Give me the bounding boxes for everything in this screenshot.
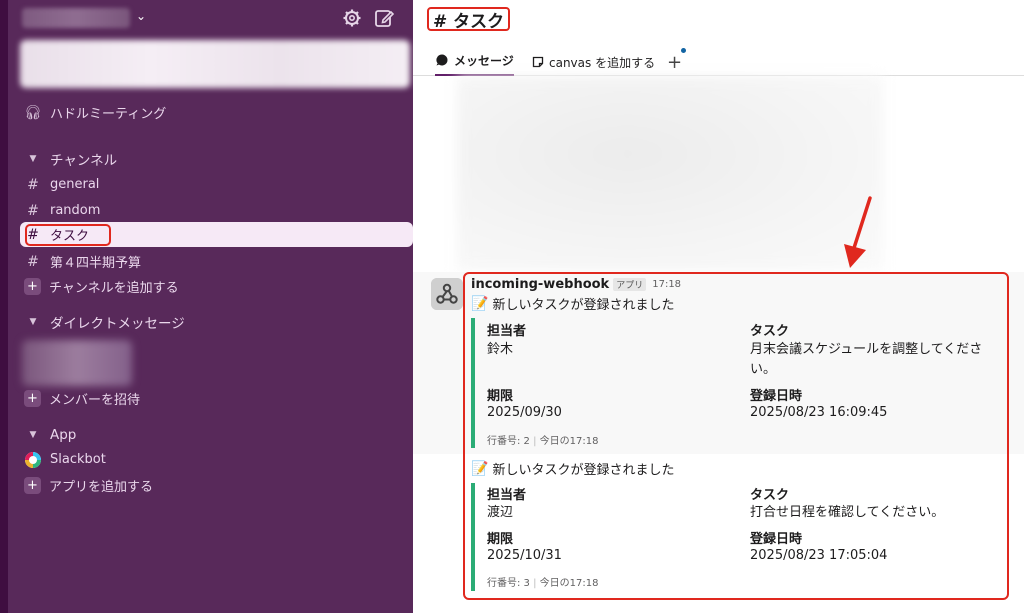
hash-icon: # <box>27 176 39 193</box>
annotation-arrow-icon <box>844 196 872 268</box>
channel-label: 第４四半期予算 <box>50 256 142 271</box>
section-label: チャンネル <box>50 152 118 169</box>
previous-message-blurred <box>457 76 883 271</box>
add-channel-button[interactable]: + チャンネルを追加する <box>22 274 405 299</box>
sidebar-item-random[interactable]: # random <box>22 198 405 223</box>
caret-down-icon: ▼ <box>29 429 37 440</box>
webhook-avatar-icon[interactable] <box>431 278 463 310</box>
plus-icon: + <box>24 477 41 494</box>
sidebar-item-huddle[interactable]: 🎧︎ ハドルミーティング <box>22 100 405 125</box>
message-bubble-icon <box>436 54 448 66</box>
sidebar-section-app[interactable]: ▼ App <box>22 422 405 447</box>
tab-label: canvas を追加する <box>549 55 656 70</box>
compose-icon[interactable] <box>373 7 395 29</box>
tab-messages[interactable]: メッセージ <box>435 48 514 76</box>
main-pane: # タスク メッセージ canvas を追加する + incoming-webh… <box>413 0 1024 613</box>
channel-label: random <box>50 203 101 218</box>
channel-label: general <box>50 177 100 192</box>
notification-dot <box>681 48 686 53</box>
channel-label: タスク <box>50 229 90 244</box>
add-app-button[interactable]: + アプリを追加する <box>22 473 405 498</box>
add-app-label: アプリを追加する <box>49 480 154 495</box>
add-channel-label: チャンネルを追加する <box>49 281 179 296</box>
workspace-rail <box>0 0 8 613</box>
tab-add-canvas[interactable]: canvas を追加する <box>531 48 655 76</box>
canvas-icon <box>532 56 544 68</box>
invite-members-button[interactable]: + メンバーを招待 <box>22 386 405 411</box>
headphones-icon: 🎧︎ <box>24 104 42 121</box>
hash-icon: # <box>27 253 39 270</box>
section-label: App <box>50 426 77 443</box>
hash-icon: # <box>27 226 39 243</box>
section-label: ダイレクトメッセージ <box>50 315 185 332</box>
plus-icon: + <box>24 278 41 295</box>
sidebar-item-task[interactable]: # タスク <box>22 222 405 247</box>
caret-down-icon: ▼ <box>29 316 37 327</box>
slackbot-label: Slackbot <box>50 452 106 467</box>
add-tab-button[interactable]: + <box>667 48 682 76</box>
gear-icon[interactable] <box>341 7 363 29</box>
promo-banner-blurred[interactable] <box>20 40 410 88</box>
dm-list-blurred[interactable] <box>22 340 132 386</box>
caret-down-icon: ▼ <box>29 153 37 164</box>
sidebar-section-dm[interactable]: ▼ ダイレクトメッセージ <box>22 309 405 334</box>
hash-icon: # <box>27 202 39 219</box>
sidebar: ⌄ 🎧︎ ハドルミーティング ▼ チャンネル # general # rando… <box>8 0 413 613</box>
sidebar-section-channels[interactable]: ▼ チャンネル <box>22 146 405 171</box>
sidebar-item-label: ハドルミーティング <box>50 107 167 122</box>
workspace-name-blurred[interactable] <box>22 8 130 28</box>
annotation-highlight-box <box>463 272 1009 600</box>
sidebar-item-q4-budget[interactable]: # 第４四半期予算 <box>22 249 405 274</box>
sidebar-item-slackbot[interactable]: Slackbot <box>22 447 405 472</box>
sidebar-item-general[interactable]: # general <box>22 172 405 197</box>
invite-label: メンバーを招待 <box>49 393 141 408</box>
workspace-header: ⌄ <box>18 6 403 30</box>
slackbot-icon <box>25 451 41 468</box>
chevron-down-icon[interactable]: ⌄ <box>136 9 146 23</box>
channel-title[interactable]: # タスク <box>427 7 511 32</box>
plus-icon: + <box>24 390 41 407</box>
tab-label: メッセージ <box>454 53 514 68</box>
channel-tabs: メッセージ canvas を追加する + <box>413 44 1024 76</box>
